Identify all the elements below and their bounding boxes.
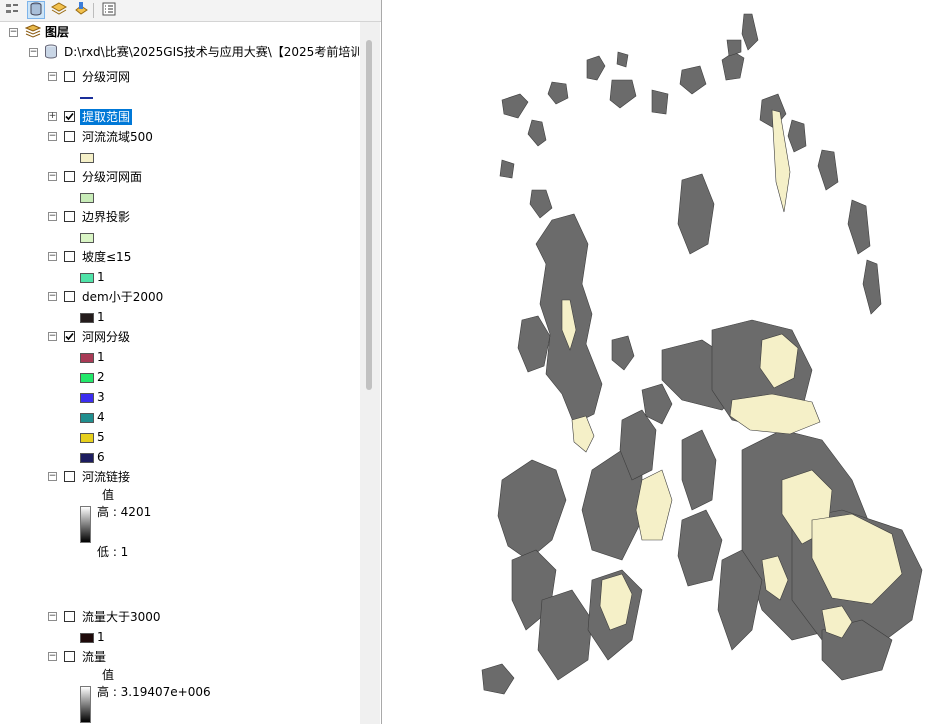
layer-7-legend-label: 5 bbox=[97, 430, 105, 444]
toolbar-separator bbox=[93, 3, 94, 18]
layer-9-name[interactable]: 流量大于3000 bbox=[82, 609, 161, 625]
layer-6-expand-toggle[interactable]: − bbox=[48, 292, 57, 301]
layer-9-legend-label: 1 bbox=[97, 630, 105, 644]
layer-6-name[interactable]: dem小于2000 bbox=[82, 289, 163, 305]
table-of-contents-panel: − 图层 − D:\rxd\比赛\2025GIS技术与应用大赛\【2025考前培… bbox=[0, 0, 382, 724]
layer-5-expand-toggle[interactable]: − bbox=[48, 252, 57, 261]
layer-10-name[interactable]: 流量 bbox=[82, 649, 106, 665]
layers-icon bbox=[24, 24, 42, 42]
layer-1-expand-toggle[interactable]: + bbox=[48, 112, 57, 121]
layer-10-ramp-title: 值 bbox=[102, 668, 115, 682]
options-icon bbox=[101, 1, 117, 20]
layer-8-ramp-title: 值 bbox=[102, 488, 115, 502]
layer-2-visibility-checkbox[interactable] bbox=[64, 131, 75, 142]
layer-5-legend-label: 1 bbox=[97, 270, 105, 284]
layer-7-legend-label: 2 bbox=[97, 370, 105, 384]
layer-0-visibility-checkbox[interactable] bbox=[64, 71, 75, 82]
layer-3-expand-toggle[interactable]: − bbox=[48, 172, 57, 181]
data-source-path: D:\rxd\比赛\2025GIS技术与应用大赛\【2025考前培训 bbox=[64, 45, 363, 59]
options-button[interactable] bbox=[100, 1, 118, 19]
toc-scrollbar-thumb[interactable] bbox=[366, 40, 372, 390]
layer-7-legend-label: 6 bbox=[97, 450, 105, 464]
layer-7-legend-swatch[interactable] bbox=[80, 413, 94, 423]
layer-10-visibility-checkbox[interactable] bbox=[64, 651, 75, 662]
layer-8-name[interactable]: 河流链接 bbox=[82, 469, 130, 485]
map-view[interactable] bbox=[382, 0, 947, 724]
layer-9-legend-swatch[interactable] bbox=[80, 633, 94, 643]
list-by-source-icon bbox=[28, 1, 44, 20]
layer-7-visibility-checkbox[interactable] bbox=[64, 331, 75, 342]
layer-8-visibility-checkbox[interactable] bbox=[64, 471, 75, 482]
layer-4-expand-toggle[interactable]: − bbox=[48, 212, 57, 221]
layer-2-name[interactable]: 河流流域500 bbox=[82, 129, 153, 145]
layer-5-name[interactable]: 坡度≤15 bbox=[82, 249, 131, 265]
layer-7-legend-label: 3 bbox=[97, 390, 105, 404]
list-by-selection-icon bbox=[73, 1, 89, 20]
layer-3-legend-swatch[interactable] bbox=[80, 193, 94, 203]
layers-root-label: 图层 bbox=[45, 25, 70, 39]
layer-8-ramp-high: 高 : 4201 bbox=[97, 505, 152, 519]
layer-1-name[interactable]: 提取范围 bbox=[80, 109, 133, 125]
layer-7-legend-label: 1 bbox=[97, 350, 105, 364]
list-by-visibility-button[interactable] bbox=[50, 1, 68, 19]
layer-4-visibility-checkbox[interactable] bbox=[64, 211, 75, 222]
layer-2-expand-toggle[interactable]: − bbox=[48, 132, 57, 141]
layer-7-legend-swatch[interactable] bbox=[80, 373, 94, 383]
layer-8-color-ramp[interactable] bbox=[80, 506, 91, 543]
layer-0-legend-line-symbol bbox=[80, 97, 93, 99]
layer-9-expand-toggle[interactable]: − bbox=[48, 612, 57, 621]
toc-toolbar bbox=[0, 0, 381, 22]
layer-8-expand-toggle[interactable]: − bbox=[48, 472, 57, 481]
layer-0-name[interactable]: 分级河网 bbox=[82, 69, 130, 85]
layer-7-legend-swatch[interactable] bbox=[80, 353, 94, 363]
layer-3-name[interactable]: 分级河网面 bbox=[82, 169, 142, 185]
layer-2-legend-swatch[interactable] bbox=[80, 153, 94, 163]
list-by-drawing-order-icon bbox=[4, 1, 20, 20]
map-canvas bbox=[481, 13, 923, 695]
layer-10-expand-toggle[interactable]: − bbox=[48, 652, 57, 661]
layer-3-visibility-checkbox[interactable] bbox=[64, 171, 75, 182]
list-by-drawing-order-button[interactable] bbox=[3, 1, 21, 19]
layer-6-legend-label: 1 bbox=[97, 310, 105, 324]
layer-1-visibility-checkbox[interactable] bbox=[64, 111, 75, 122]
layer-5-legend-swatch[interactable] bbox=[80, 273, 94, 283]
list-by-visibility-icon bbox=[50, 1, 68, 20]
list-by-source-button[interactable] bbox=[27, 1, 45, 19]
layer-6-legend-swatch[interactable] bbox=[80, 313, 94, 323]
layer-7-legend-swatch[interactable] bbox=[80, 433, 94, 443]
collapse-root-toggle[interactable]: − bbox=[9, 28, 18, 37]
layer-4-legend-swatch[interactable] bbox=[80, 233, 94, 243]
database-icon bbox=[44, 44, 58, 63]
layer-7-name[interactable]: 河网分级 bbox=[82, 329, 130, 345]
layer-6-visibility-checkbox[interactable] bbox=[64, 291, 75, 302]
layer-7-legend-swatch[interactable] bbox=[80, 393, 94, 403]
layer-0-expand-toggle[interactable]: − bbox=[48, 72, 57, 81]
layer-10-color-ramp[interactable] bbox=[80, 686, 91, 723]
collapse-source-toggle[interactable]: − bbox=[29, 48, 38, 57]
layer-4-name[interactable]: 边界投影 bbox=[82, 209, 130, 225]
layer-7-expand-toggle[interactable]: − bbox=[48, 332, 57, 341]
layer-9-visibility-checkbox[interactable] bbox=[64, 611, 75, 622]
list-by-selection-button[interactable] bbox=[72, 1, 90, 19]
layer-8-ramp-low: 低 : 1 bbox=[97, 545, 129, 559]
layer-7-legend-label: 4 bbox=[97, 410, 105, 424]
layer-7-legend-swatch[interactable] bbox=[80, 453, 94, 463]
layer-10-ramp-high: 高 : 3.19407e+006 bbox=[97, 685, 211, 699]
layer-5-visibility-checkbox[interactable] bbox=[64, 251, 75, 262]
layer-tree: − 图层 − D:\rxd\比赛\2025GIS技术与应用大赛\【2025考前培… bbox=[0, 22, 363, 724]
